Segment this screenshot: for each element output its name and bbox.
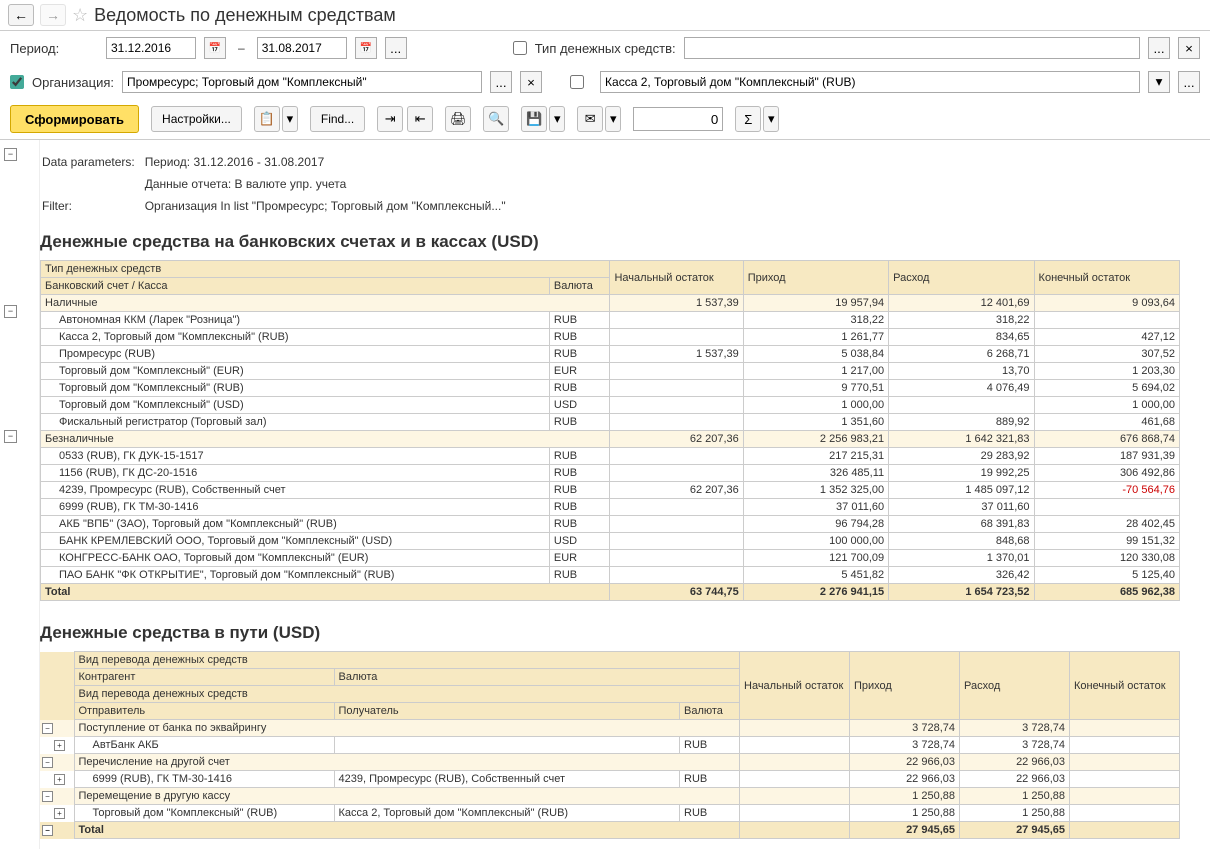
- expand-button[interactable]: ⇥: [377, 106, 403, 132]
- data-row[interactable]: +АвтБанк АКБRUB3 728,743 728,74: [40, 737, 1180, 754]
- preview-button[interactable]: 🔍: [483, 106, 509, 132]
- calendar-to-button[interactable]: 📅: [355, 37, 377, 59]
- expand-icon[interactable]: +: [54, 740, 65, 751]
- org-clear-button[interactable]: ×: [520, 71, 542, 93]
- data-row[interactable]: Торговый дом "Комплексный" (USD)USD1 000…: [41, 397, 1180, 414]
- type-money-label: Тип денежных средств:: [535, 41, 676, 56]
- period-label: Период:: [10, 41, 98, 56]
- data-row[interactable]: Промресурс (RUB)RUB1 537,395 038,846 268…: [41, 346, 1180, 363]
- data-row[interactable]: КОНГРЕСС-БАНК ОАО, Торговый дом "Комплек…: [41, 550, 1180, 567]
- expand-icon[interactable]: +: [54, 774, 65, 785]
- find-button[interactable]: Find...: [310, 106, 365, 132]
- data-row[interactable]: Фискальный регистратор (Торговый зал)RUB…: [41, 414, 1180, 431]
- org-input[interactable]: [122, 71, 482, 93]
- section1-title: Денежные средства на банковских счетах и…: [40, 232, 1206, 252]
- data-row[interactable]: +6999 (RUB), ГК ТМ-30-14164239, Промресу…: [40, 771, 1180, 788]
- total-row: Total63 744,752 276 941,151 654 723,5268…: [41, 584, 1180, 601]
- tree-toggle[interactable]: −: [4, 430, 17, 443]
- settings-button[interactable]: Настройки...: [151, 106, 242, 132]
- data-row[interactable]: ПАО БАНК "ФК ОТКРЫТИЕ", Торговый дом "Ко…: [41, 567, 1180, 584]
- group-row[interactable]: Безналичные62 207,362 256 983,211 642 32…: [41, 431, 1180, 448]
- group-row[interactable]: −Поступление от банка по эквайрингу3 728…: [40, 720, 1180, 737]
- bank-select-button[interactable]: ...: [1178, 71, 1200, 93]
- org-checkbox[interactable]: [10, 75, 24, 89]
- email-button[interactable]: ✉: [577, 106, 603, 132]
- back-button[interactable]: ←: [8, 4, 34, 26]
- data-row[interactable]: 0533 (RUB), ГК ДУК-15-1517RUB217 215,312…: [41, 448, 1180, 465]
- report-parameters: Data parameters:Период: 31.12.2016 - 31.…: [40, 150, 516, 218]
- tree-gutter: − − −: [0, 140, 40, 849]
- period-from-input[interactable]: [106, 37, 196, 59]
- sigma-button[interactable]: Σ: [735, 106, 761, 132]
- tree-toggle[interactable]: −: [4, 305, 17, 318]
- forward-button[interactable]: →: [40, 4, 66, 26]
- data-row[interactable]: АКБ "ВПБ" (ЗАО), Торговый дом "Комплексн…: [41, 516, 1180, 533]
- print-button[interactable]: 🖨: [445, 106, 471, 132]
- data-row[interactable]: Торговый дом "Комплексный" (EUR)EUR1 217…: [41, 363, 1180, 380]
- section2-table: Вид перевода денежных средствНачальный о…: [40, 651, 1180, 839]
- type-money-select-button[interactable]: ...: [1148, 37, 1170, 59]
- group-row[interactable]: Наличные1 537,3919 957,9412 401,699 093,…: [41, 295, 1180, 312]
- data-row[interactable]: 6999 (RUB), ГК ТМ-30-1416RUB37 011,6037 …: [41, 499, 1180, 516]
- expand-icon[interactable]: +: [54, 808, 65, 819]
- form-button[interactable]: Сформировать: [10, 105, 139, 133]
- expand-icon[interactable]: −: [42, 723, 53, 734]
- expand-icon[interactable]: −: [42, 757, 53, 768]
- section2-title: Денежные средства в пути (USD): [40, 623, 1206, 643]
- data-row[interactable]: 1156 (RUB), ГК ДС-20-1516RUB326 485,1119…: [41, 465, 1180, 482]
- type-money-checkbox[interactable]: [513, 41, 527, 55]
- period-dash: –: [238, 41, 245, 55]
- data-row[interactable]: Автономная ККМ (Ларек "Розница")RUB318,2…: [41, 312, 1180, 329]
- type-money-input[interactable]: [684, 37, 1140, 59]
- period-to-input[interactable]: [257, 37, 347, 59]
- tree-toggle[interactable]: −: [4, 148, 17, 161]
- sigma-dropdown[interactable]: ▾: [763, 106, 779, 132]
- page-title: Ведомость по денежным средствам: [94, 5, 396, 26]
- bank-dropdown-button[interactable]: ▾: [1148, 71, 1170, 93]
- data-row[interactable]: 4239, Промресурс (RUB), Собственный счет…: [41, 482, 1180, 499]
- data-row[interactable]: Касса 2, Торговый дом "Комплексный" (RUB…: [41, 329, 1180, 346]
- save-dropdown[interactable]: ▾: [549, 106, 565, 132]
- section1-table: Тип денежных средствНачальный остатокПри…: [40, 260, 1180, 601]
- org-select-button[interactable]: ...: [490, 71, 512, 93]
- total-row: −Total27 945,6527 945,65: [40, 822, 1180, 839]
- expand-icon[interactable]: −: [42, 825, 53, 836]
- period-select-button[interactable]: ...: [385, 37, 407, 59]
- variants-button[interactable]: 📋: [254, 106, 280, 132]
- email-dropdown[interactable]: ▾: [605, 106, 621, 132]
- variants-dropdown[interactable]: ▾: [282, 106, 298, 132]
- collapse-button[interactable]: ⇤: [407, 106, 433, 132]
- org-label: Организация:: [32, 75, 114, 90]
- calendar-from-button[interactable]: 📅: [204, 37, 226, 59]
- sum-input[interactable]: [633, 107, 723, 131]
- bank-checkbox[interactable]: [570, 75, 584, 89]
- group-row[interactable]: −Перемещение в другую кассу1 250,881 250…: [40, 788, 1180, 805]
- data-row[interactable]: БАНК КРЕМЛЕВСКИЙ ООО, Торговый дом "Комп…: [41, 533, 1180, 550]
- expand-icon[interactable]: −: [42, 791, 53, 802]
- data-row[interactable]: Торговый дом "Комплексный" (RUB)RUB9 770…: [41, 380, 1180, 397]
- group-row[interactable]: −Перечисление на другой счет22 966,0322 …: [40, 754, 1180, 771]
- bank-input[interactable]: [600, 71, 1140, 93]
- save-button[interactable]: 💾: [521, 106, 547, 132]
- favorite-star-icon[interactable]: ☆: [72, 5, 88, 26]
- type-money-clear-button[interactable]: ×: [1178, 37, 1200, 59]
- data-row[interactable]: +Торговый дом "Комплексный" (RUB)Касса 2…: [40, 805, 1180, 822]
